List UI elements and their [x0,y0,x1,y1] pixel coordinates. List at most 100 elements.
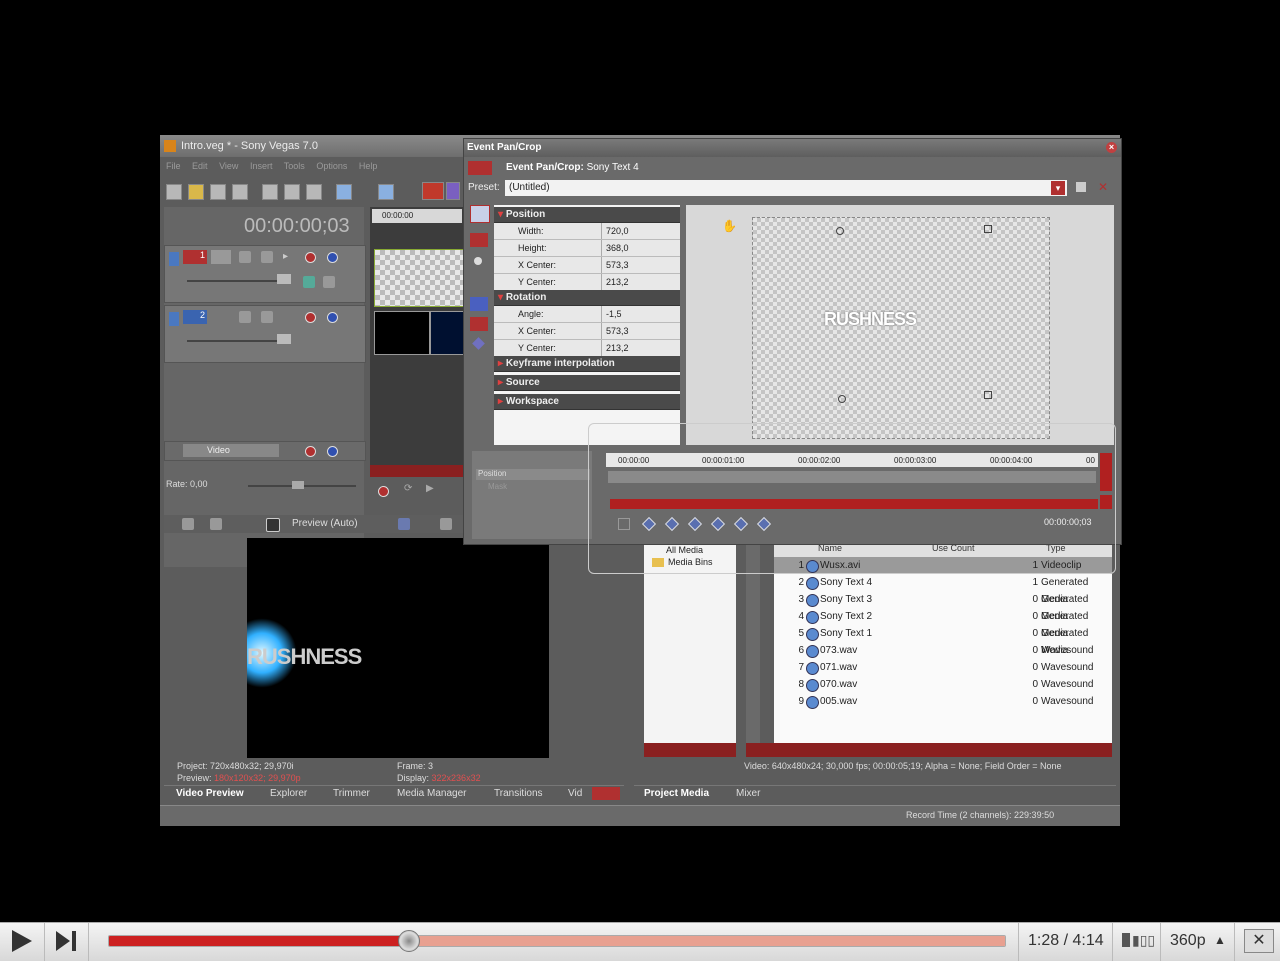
next-icon[interactable] [56,931,70,951]
external-monitor-icon[interactable] [210,518,222,530]
automation-icon[interactable] [239,251,251,263]
tab-video-fx[interactable]: Vid [568,788,582,799]
compositing-icon[interactable] [303,276,315,288]
paste-icon[interactable] [306,184,322,200]
property-row[interactable]: Width: 720,0 [494,223,680,240]
solo-icon[interactable] [327,252,338,263]
property-value[interactable]: 720,0 [602,223,629,239]
preview-properties-icon[interactable] [182,518,194,530]
track-level-slider[interactable] [187,340,277,342]
property-row[interactable]: Height: 368,0 [494,240,680,257]
tab-media-manager[interactable]: Media Manager [397,788,466,799]
track-level-slider[interactable] [187,280,277,282]
section-position[interactable]: ▾ Position [494,207,680,223]
property-row[interactable]: Y Center: 213,2 [494,274,680,291]
tree-scrollbar[interactable] [644,743,736,757]
mute-icon[interactable] [305,446,316,457]
media-list-item[interactable]: 7 071.wav 0 Wavesound [774,659,1112,676]
tab-video-preview[interactable]: Video Preview [176,788,244,799]
event-sony-text-4[interactable] [374,249,464,307]
media-list-item[interactable]: 2 Sony Text 4 1 Generated Media [774,574,1112,605]
menu-edit[interactable]: Edit [192,161,208,171]
overlays-icon[interactable] [398,518,410,530]
property-row[interactable]: X Center: 573,3 [494,323,680,340]
crop-handle-top-right[interactable] [984,225,992,233]
property-value[interactable]: 573,3 [602,257,629,273]
volume-bars-icon[interactable]: ▮▯▯ [1132,932,1155,949]
section-workspace[interactable]: ▸ Workspace [494,394,680,410]
menu-view[interactable]: View [219,161,238,171]
loop-icon[interactable]: ⟳ [404,483,412,494]
play-from-start-icon[interactable]: ▶ [426,483,434,494]
zoom-tool-icon[interactable] [474,257,482,265]
media-list-item[interactable]: 8 070.wav 0 Wavesound [774,676,1112,693]
tab-mixer[interactable]: Mixer [736,788,760,799]
lock-aspect-icon[interactable] [470,317,488,331]
play-icon[interactable]: ▸ [283,251,288,262]
record-icon[interactable] [378,486,389,497]
section-rotation[interactable]: ▾ Rotation [494,290,680,306]
property-value[interactable]: 213,2 [602,274,629,290]
progress-bar[interactable] [108,935,1006,947]
video-bus-track[interactable]: Video [164,441,366,461]
new-icon[interactable] [166,184,182,200]
media-list-item[interactable]: 6 073.wav 0 Wavesound [774,642,1112,659]
mute-icon[interactable] [305,312,316,323]
fullscreen-icon[interactable]: ✕ [1244,929,1274,953]
chevron-up-icon[interactable]: ▲ [1214,933,1226,947]
media-list-item[interactable]: 3 Sony Text 3 0 Generated Media [774,591,1112,622]
track-expand-icon[interactable] [169,252,179,266]
envelope-tool-icon[interactable] [446,182,460,200]
progress-thumb[interactable] [398,930,421,952]
preset-dropdown[interactable]: (Untitled) [505,180,1067,196]
save-icon[interactable] [210,184,226,200]
media-list-item[interactable]: 5 Sony Text 1 0 Generated Media [774,625,1112,656]
crop-handle-top-left[interactable] [836,227,844,235]
tab-project-media[interactable]: Project Media [644,788,709,799]
rate-slider-thumb[interactable] [292,481,304,489]
preview-mode-icon[interactable] [266,518,280,532]
property-value[interactable]: -1,5 [602,306,622,322]
menu-options[interactable]: Options [316,161,347,171]
menu-tools[interactable]: Tools [284,161,305,171]
media-list-item[interactable]: 4 Sony Text 2 0 Generated Media [774,608,1112,639]
enable-snapping-icon[interactable] [470,205,490,223]
pan-crop-workspace[interactable]: RUSHNESS ✋ [686,205,1114,445]
save-preset-icon[interactable] [1076,182,1086,192]
level-slider-thumb[interactable] [277,334,291,344]
solo-icon[interactable] [327,446,338,457]
menu-file[interactable]: File [166,161,181,171]
crop-handle-bottom-left[interactable] [838,395,846,403]
copy-snapshot-icon[interactable] [440,518,452,530]
copy-icon[interactable] [284,184,300,200]
property-row[interactable]: X Center: 573,3 [494,257,680,274]
property-row[interactable]: Angle: -1,5 [494,306,680,323]
play-icon[interactable] [12,930,32,952]
delete-preset-icon[interactable]: ✕ [1098,180,1108,194]
section-source[interactable]: ▸ Source [494,375,680,391]
kf-track-position[interactable]: Position [476,469,590,480]
kf-track-mask[interactable]: Mask [476,482,590,493]
volume-icon[interactable] [1122,933,1130,947]
solo-icon[interactable] [327,312,338,323]
mute-icon[interactable] [305,252,316,263]
normal-edit-tool-icon[interactable] [422,182,444,200]
tab-transitions[interactable]: Transitions [494,788,543,799]
preview-quality-dropdown[interactable]: Preview (Auto) [292,518,358,529]
property-value[interactable]: 213,2 [602,340,629,356]
move-freely-icon[interactable] [470,297,488,311]
property-value[interactable]: 368,0 [602,240,629,256]
scale-about-center-icon[interactable] [472,337,485,350]
fx-icon[interactable] [261,311,273,323]
event-video-clip[interactable] [374,311,430,355]
chevron-down-icon[interactable]: ▾ [1051,181,1065,195]
track-header-2[interactable]: 2 [164,305,366,363]
cut-icon[interactable] [262,184,278,200]
track-header-1[interactable]: 1 ▸ [164,245,366,303]
properties-icon[interactable] [232,184,248,200]
automation-icon[interactable] [239,311,251,323]
crop-handle-bottom-right[interactable] [984,391,992,399]
close-icon[interactable]: × [1106,142,1117,153]
media-list-item[interactable]: 9 005.wav 0 Wavesound [774,693,1112,710]
motion-blur-icon[interactable] [323,276,335,288]
